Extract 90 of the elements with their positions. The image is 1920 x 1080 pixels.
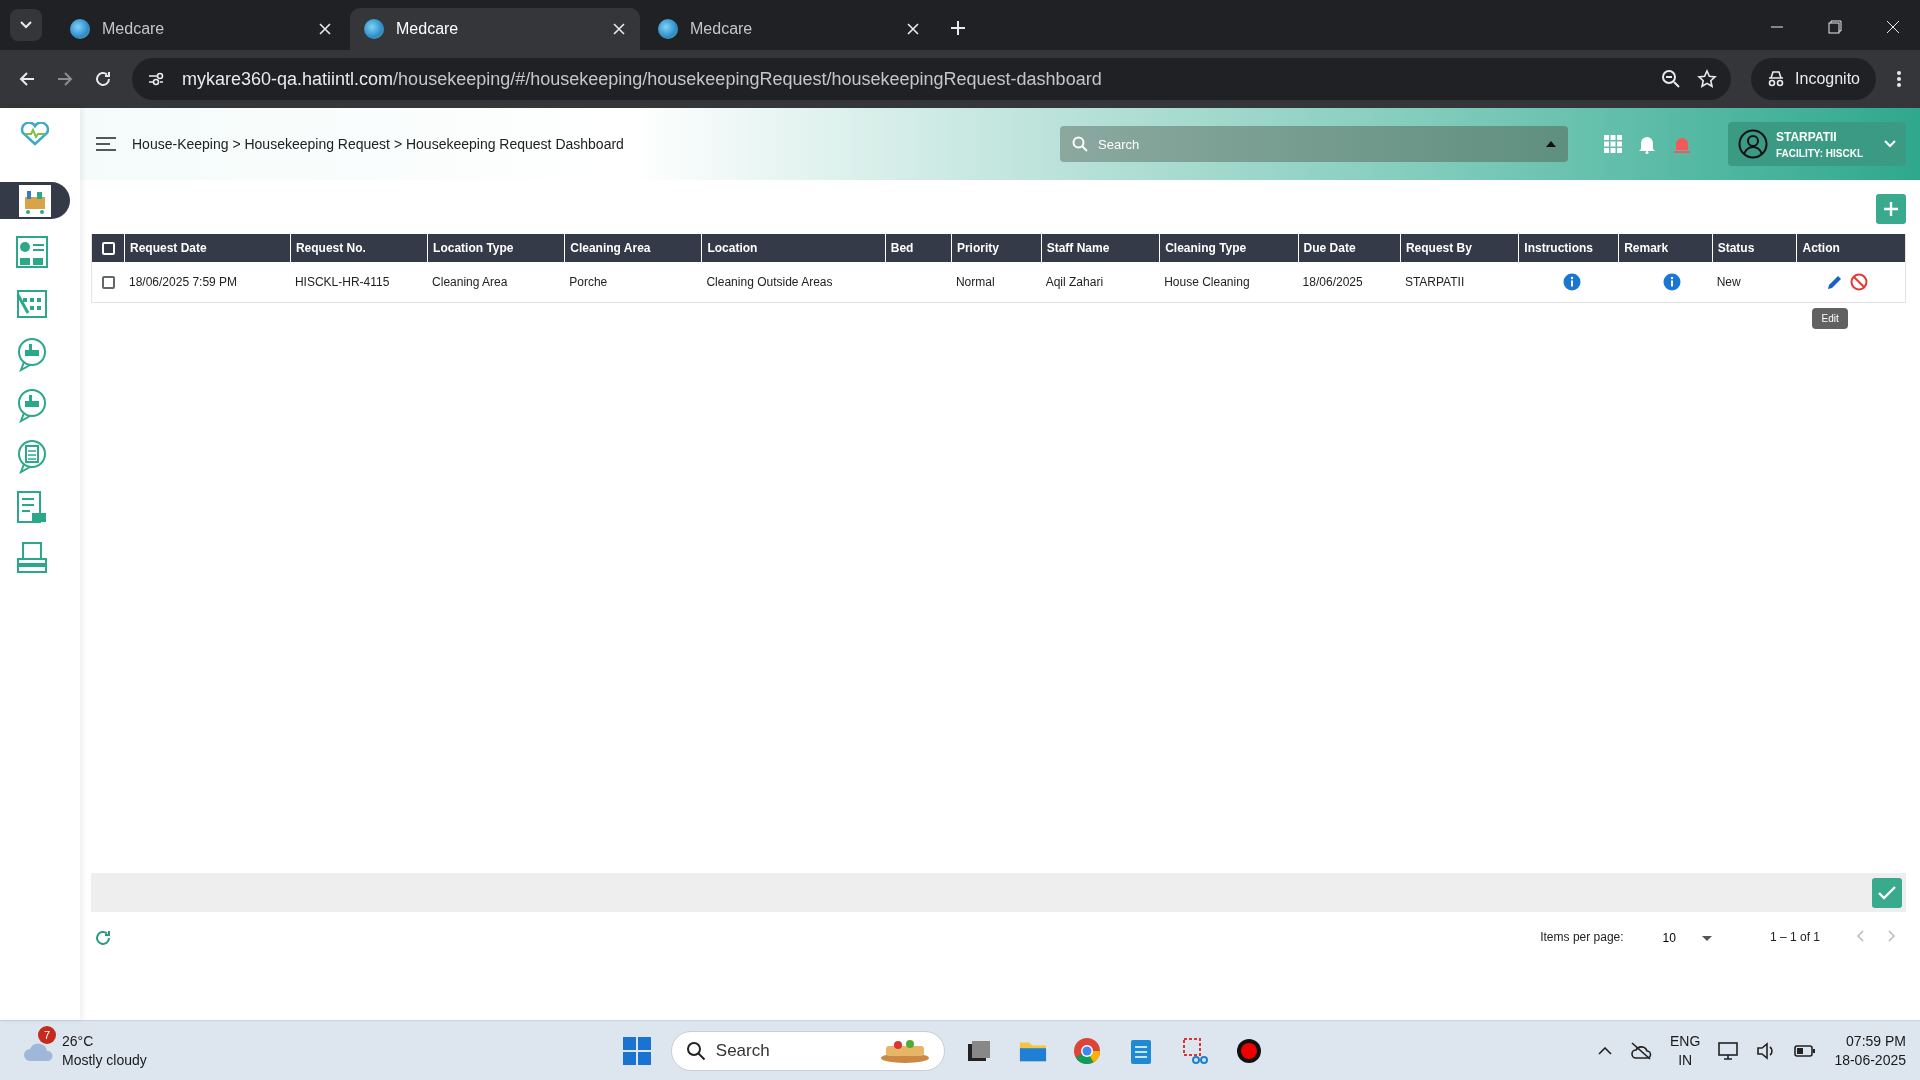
menu-icon[interactable] [1896, 70, 1902, 88]
star-icon[interactable] [1697, 69, 1718, 89]
column-header: Action [1796, 234, 1905, 262]
user-avatar-icon [1738, 129, 1768, 159]
notification-badge: 7 [38, 1025, 56, 1044]
table-cell-text: Normal [954, 274, 996, 291]
column-header: Status [1711, 234, 1797, 262]
table-cell-text: 18/06/2025 [1301, 274, 1364, 291]
chrome-icon [1072, 1036, 1101, 1065]
plus-icon[interactable] [948, 18, 968, 38]
incognito-icon [1767, 71, 1786, 87]
battery-icon[interactable] [1794, 1043, 1817, 1058]
column-header: Request By [1399, 234, 1519, 262]
zoom-icon[interactable] [1661, 69, 1682, 89]
page-size-select[interactable]: 10 [1656, 930, 1718, 946]
refresh-icon[interactable] [95, 930, 111, 946]
prohibited-icon[interactable] [1850, 273, 1869, 291]
column-header: Staff Name [1040, 234, 1160, 262]
close-icon[interactable] [1886, 20, 1900, 34]
reload-icon[interactable] [94, 70, 112, 88]
globe-icon [364, 19, 384, 39]
table-cell-text: Cleaning Outside Areas [705, 274, 834, 291]
column-header: Remark [1618, 234, 1712, 262]
chevron-up-icon[interactable] [1598, 1046, 1613, 1055]
info-icon[interactable] [1563, 273, 1582, 291]
page-range-text: 1 – 1 of 1 [1769, 930, 1820, 944]
cloud-off-icon[interactable] [1630, 1041, 1653, 1060]
cart-icon [17, 182, 53, 219]
table-cell-text: Aqil Zahari [1044, 274, 1105, 291]
search-icon [1072, 136, 1088, 152]
column-header: Bed [884, 234, 951, 262]
back-arrow-icon[interactable] [18, 70, 36, 88]
column-header: Priority [950, 234, 1041, 262]
column-header: Cleaning Area [564, 234, 702, 262]
record-icon [1235, 1037, 1262, 1064]
select-all-checkbox[interactable] [102, 241, 115, 255]
sidebar-item[interactable] [0, 182, 70, 219]
column-header: Location [701, 234, 885, 262]
browser-tab[interactable]: Medcare [350, 8, 640, 50]
search-icon [685, 1040, 706, 1061]
close-icon[interactable] [906, 22, 920, 36]
chevron-down-icon [1884, 140, 1896, 148]
menu-icon[interactable] [96, 137, 116, 151]
caret-up-icon[interactable] [1546, 141, 1556, 147]
plus-icon [1883, 201, 1899, 217]
table-cell-text: Porche [568, 274, 609, 291]
items-per-page-label: Items per page: [1540, 930, 1624, 944]
task-view-icon [966, 1039, 991, 1062]
column-header: Instructions [1518, 234, 1619, 262]
confirm-button[interactable] [1872, 877, 1902, 908]
printer-icon [14, 539, 50, 576]
close-icon[interactable] [612, 22, 626, 36]
table-cell-text: HISCKL-HR-4115 [293, 274, 391, 291]
add-button[interactable] [1876, 194, 1906, 224]
checkmark-icon [1878, 885, 1896, 900]
column-header: Cleaning Type [1159, 234, 1298, 262]
dashboard-icon [14, 233, 50, 270]
row-checkbox[interactable] [102, 275, 115, 289]
table-cell-text: STARPATII [1403, 274, 1466, 291]
column-header: Request No. [289, 234, 428, 262]
globe-icon [70, 19, 90, 39]
tab-list-button[interactable] [10, 9, 42, 41]
monitor-icon[interactable] [1718, 1041, 1739, 1060]
info-icon[interactable] [1663, 273, 1682, 291]
food-icon [879, 1037, 930, 1064]
globe-icon [658, 19, 678, 39]
table-cell-text: Cleaning Area [431, 274, 509, 291]
column-header: Location Type [427, 234, 565, 262]
close-icon[interactable] [318, 22, 332, 36]
heart-logo-icon [20, 122, 50, 146]
incognito-button[interactable]: Incognito [1751, 58, 1876, 100]
table-cell-text: New [1715, 274, 1742, 291]
table-cell-text: House Cleaning [1163, 274, 1251, 291]
search-bar[interactable]: Search [1060, 126, 1568, 162]
column-header: Due Date [1297, 234, 1400, 262]
scissors-icon [1181, 1036, 1208, 1065]
search-field[interactable]: Search [1096, 135, 1538, 153]
weather-text[interactable]: 26°C Mostly cloudy [62, 1031, 147, 1070]
column-header: Request Date [124, 234, 290, 262]
tooltip: Edit [1812, 308, 1848, 329]
breadcrumb: House-Keeping > Housekeeping Request > Housekeeping Request Dashboard [132, 136, 625, 152]
clock-text[interactable]: 07:59 PM 18-06-2025 [1834, 1031, 1906, 1070]
language-indicator[interactable]: ENG IN [1670, 1031, 1701, 1070]
chevron-down-icon [20, 21, 32, 29]
taskbar-search-field[interactable]: Search [670, 1030, 945, 1071]
table-cell-text: 18/06/2025 7:59 PM [128, 274, 239, 291]
windows-logo-icon [622, 1036, 651, 1065]
forward-arrow-icon[interactable] [56, 70, 74, 88]
restore-icon[interactable] [1828, 20, 1842, 34]
caret-down-icon [1701, 935, 1712, 941]
